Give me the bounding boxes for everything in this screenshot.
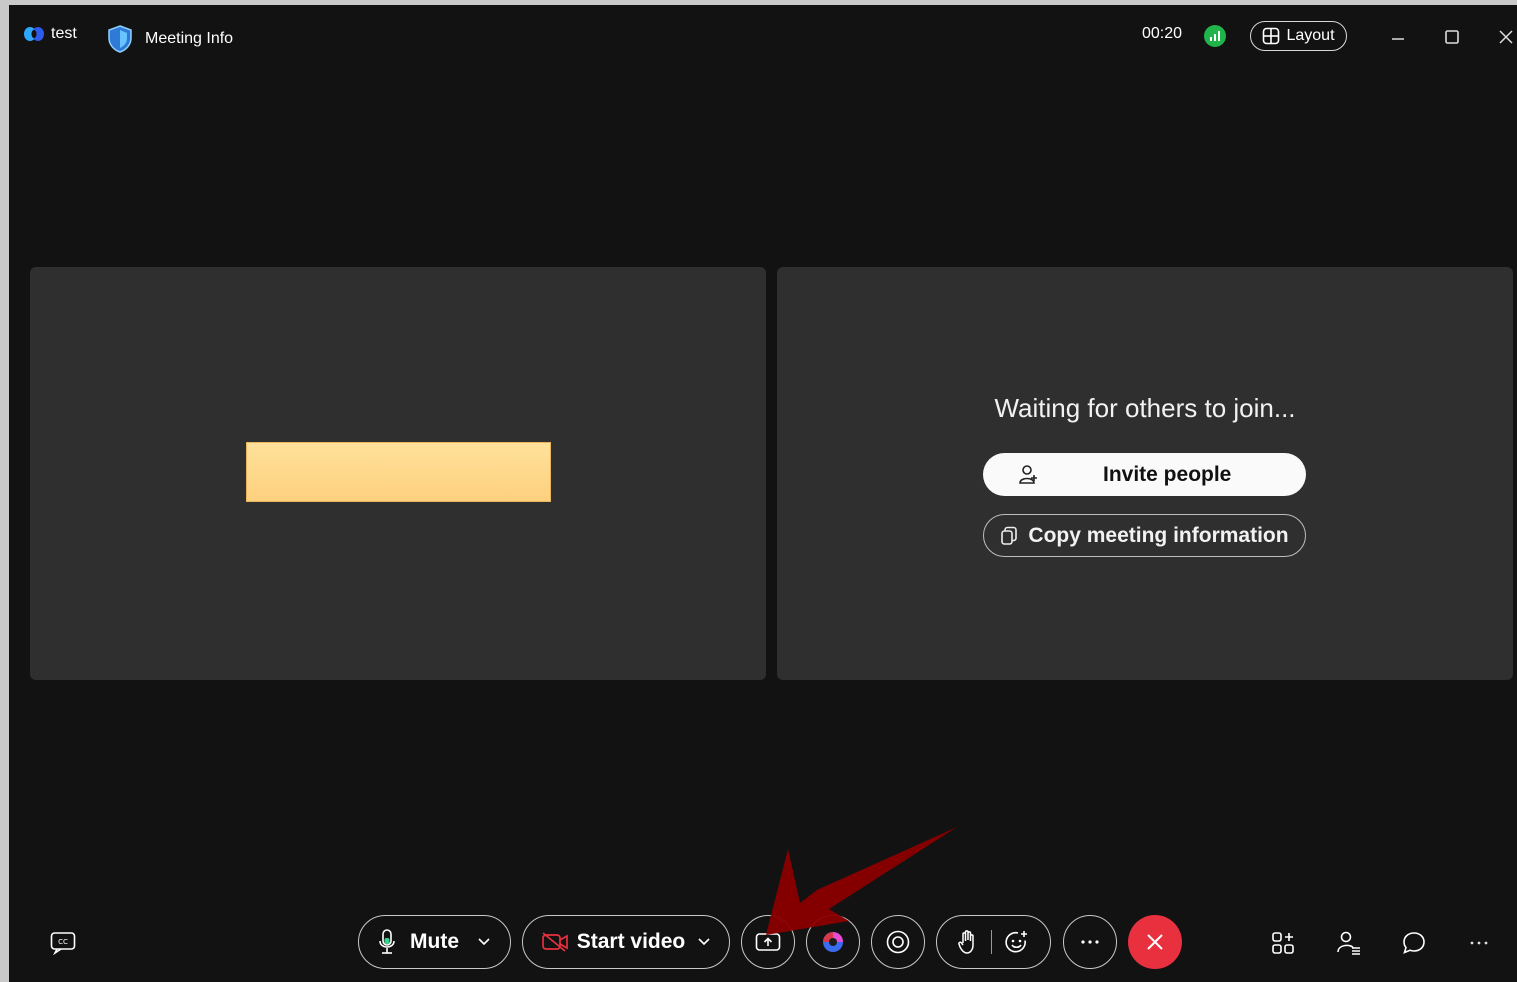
share-screen-icon	[755, 931, 781, 953]
layout-grid-icon	[1262, 27, 1280, 45]
maximize-icon[interactable]	[1440, 25, 1464, 49]
mute-label: Mute	[410, 930, 459, 953]
layout-label: Layout	[1286, 27, 1335, 44]
add-reaction-icon[interactable]	[1004, 929, 1030, 955]
leave-meeting-button[interactable]	[1128, 915, 1182, 969]
meeting-window: test Meeting Info 00:20 Layout Waiting f…	[9, 5, 1517, 982]
waiting-message: Waiting for others to join...	[994, 393, 1296, 423]
copy-meeting-info-label: Copy meeting information	[1028, 523, 1289, 547]
start-video-button[interactable]: Start video	[522, 915, 730, 969]
meeting-timer: 00:20	[1142, 25, 1183, 42]
copy-meeting-info-button[interactable]: Copy meeting information	[983, 514, 1306, 557]
layout-button[interactable]: Layout	[1250, 21, 1347, 51]
reactions-button[interactable]	[936, 915, 1051, 969]
app-name: test	[51, 25, 77, 42]
network-signal-icon[interactable]	[1204, 25, 1226, 47]
minimize-icon[interactable]	[1386, 25, 1410, 49]
more-icon	[1080, 939, 1100, 945]
raise-hand-icon[interactable]	[957, 929, 979, 955]
more-panels-icon[interactable]	[1465, 929, 1493, 957]
close-window-icon[interactable]	[1494, 25, 1517, 49]
waiting-tile: Waiting for others to join... Invite peo…	[777, 267, 1513, 680]
more-options-button[interactable]	[1063, 915, 1117, 969]
microphone-icon	[378, 929, 396, 955]
share-screen-button[interactable]	[741, 915, 795, 969]
mute-button[interactable]: Mute	[358, 915, 511, 969]
start-video-label: Start video	[576, 930, 686, 953]
captions-icon[interactable]: CC	[49, 929, 77, 957]
svg-text:CC: CC	[58, 938, 68, 946]
apps-icon[interactable]	[1270, 929, 1298, 957]
copy-icon	[1000, 526, 1018, 546]
invite-people-button[interactable]: Invite people	[983, 453, 1306, 496]
app-identity[interactable]: test	[23, 25, 77, 43]
shield-icon	[107, 25, 133, 53]
ai-assistant-button[interactable]	[806, 915, 860, 969]
ai-assistant-icon	[820, 929, 846, 955]
redacted-name-box	[246, 442, 551, 502]
participants-icon[interactable]	[1335, 929, 1363, 957]
webex-logo-icon	[23, 26, 45, 42]
invite-people-label: Invite people	[1103, 462, 1232, 486]
divider	[990, 930, 993, 954]
chat-icon[interactable]	[1400, 929, 1428, 957]
title-bar: test Meeting Info 00:20 Layout	[9, 5, 1517, 67]
chevron-down-icon	[477, 937, 491, 947]
meeting-info-label: Meeting Info	[145, 30, 234, 47]
video-off-icon	[541, 931, 569, 953]
chevron-down-icon	[697, 937, 711, 947]
close-icon	[1145, 932, 1165, 952]
self-video-tile[interactable]	[30, 267, 766, 680]
add-person-icon	[1017, 464, 1039, 486]
meeting-info-button[interactable]: Meeting Info	[107, 25, 233, 53]
record-button[interactable]	[871, 915, 925, 969]
record-icon	[885, 929, 911, 955]
